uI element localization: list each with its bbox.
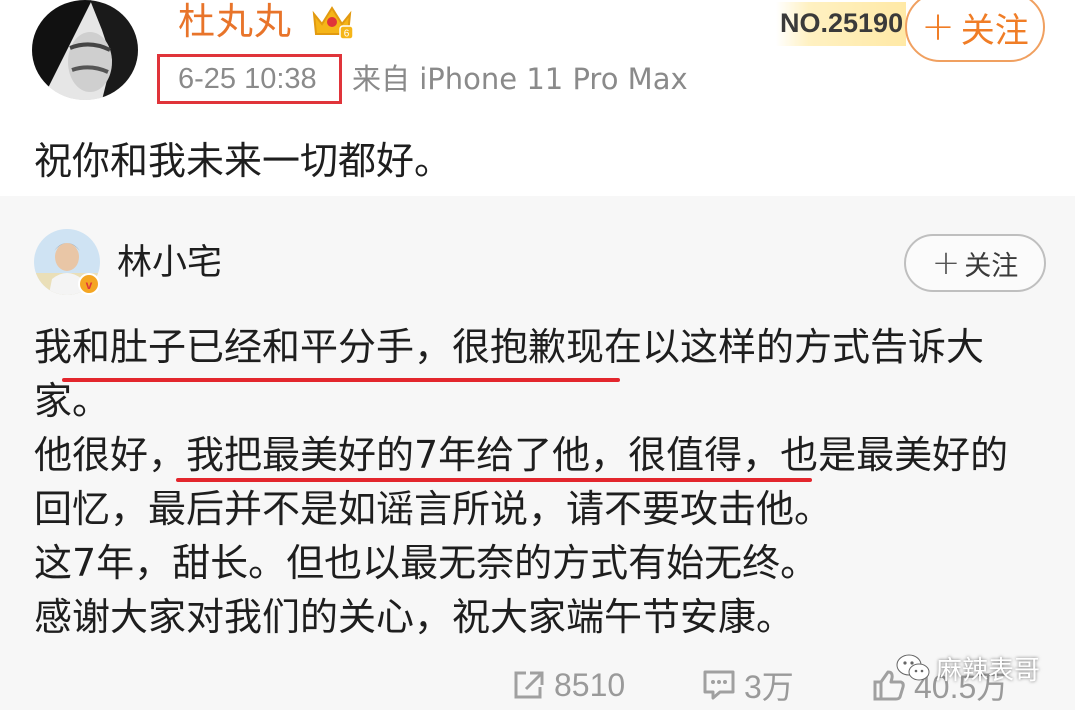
repost-paragraph: 他很好，我把最美好的7年给了他，很值得，也是最美好的回忆，最后并不是如谣言所说，… [34, 433, 1009, 531]
watermark-text: 麻辣表哥 [936, 655, 1041, 686]
repost-action[interactable]: 8510 [512, 664, 625, 706]
rank-badge: NO.25190 [780, 8, 904, 38]
plus-icon: + [931, 243, 961, 283]
svg-text:6: 6 [344, 29, 350, 40]
comment-count: 3万 [744, 669, 794, 705]
repost-follow-label: 关注 [964, 250, 1019, 282]
highlight-underline [62, 378, 620, 382]
follow-button[interactable]: + 关注 [905, 0, 1045, 62]
repost-paragraph: 我和肚子已经和平分手，很抱歉现在以这样的方式告诉大家。 [34, 325, 985, 423]
svg-text:v: v [86, 278, 93, 292]
user-avatar[interactable] [32, 0, 138, 100]
wechat-icon [896, 654, 930, 681]
post-text: 祝你和我未来一切都好。 [34, 139, 453, 183]
post-header: 杜丸丸 6 NO.25190 + 关注 6-25 10:38 来自 iPhone… [0, 0, 1075, 196]
share-icon [514, 671, 544, 699]
post-username[interactable]: 杜丸丸 [178, 0, 292, 44]
post-source: 来自 iPhone 11 Pro Max [352, 62, 688, 96]
comment-icon [703, 670, 735, 700]
repost-paragraph: 感谢大家对我们的关心，祝大家端午节安康。 [34, 595, 795, 639]
crown-vip-icon[interactable]: 6 [310, 2, 354, 40]
repost-follow-button[interactable]: + 关注 [904, 234, 1046, 292]
plus-icon: + [921, 4, 955, 50]
post-timestamp: 6-25 10:38 [178, 63, 317, 95]
repost-text: 我和肚子已经和平分手，很抱歉现在以这样的方式告诉大家。 他很好，我把最美好的7年… [34, 320, 1044, 644]
watermark: 麻辣表哥 [896, 648, 1040, 688]
comment-action[interactable]: 3万 [702, 664, 794, 706]
repost-paragraph: 这7年，甜长。但也以最无奈的方式有始无终。 [34, 541, 819, 585]
repost-count: 8510 [554, 666, 626, 703]
highlight-underline [176, 478, 812, 482]
follow-button-label: 关注 [960, 10, 1029, 51]
repost-user-avatar[interactable]: v [34, 229, 100, 295]
repost-username[interactable]: 林小宅 [117, 240, 222, 286]
